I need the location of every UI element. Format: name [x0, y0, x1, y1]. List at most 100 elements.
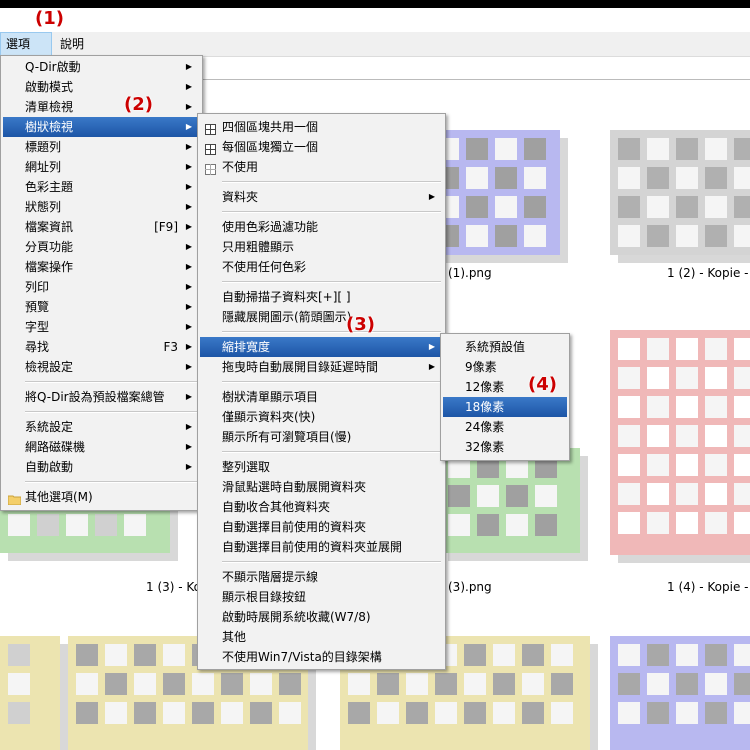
thumb-cell — [192, 673, 214, 695]
menu-item-start-mode[interactable]: 啟動模式 ▶ — [3, 77, 200, 97]
menu-item-list-view[interactable]: 清單檢視 ▶ — [3, 97, 200, 117]
menu-item-label: 其他 — [222, 630, 247, 644]
thumb-cell — [676, 644, 698, 666]
menu-item-indent-24px[interactable]: 24像素 — [443, 417, 567, 437]
menu-item-drag-expand-delay[interactable]: 拖曳時自動展開目錄延遲時間 ▶ — [200, 357, 443, 377]
menu-item-label: 24像素 — [465, 420, 505, 434]
thumb-cell — [163, 644, 185, 666]
menu-item-title-bar[interactable]: 標題列 ▶ — [3, 137, 200, 157]
thumb-cell — [134, 644, 156, 666]
menu-options[interactable]: 選項(X) — [0, 32, 52, 73]
menu-item-font[interactable]: 字型 ▶ — [3, 317, 200, 337]
menu-item-label: 樹狀清單顯示項目 — [222, 390, 319, 404]
menu-help[interactable]: 說明 — [55, 32, 89, 56]
menu-item-file-ops[interactable]: 檔案操作 ▶ — [3, 257, 200, 277]
thumb-cell — [647, 225, 669, 247]
menu-item-status-bar[interactable]: 狀態列 ▶ — [3, 197, 200, 217]
menu-separator — [222, 381, 441, 383]
submenu-arrow-icon: ▶ — [185, 392, 192, 401]
menu-item-folder[interactable]: 資料夾 ▶ — [200, 187, 443, 207]
menu-item-view-settings[interactable]: 檢視設定 ▶ — [3, 357, 200, 377]
menu-item-label: 列印 — [25, 280, 50, 294]
menu-item-auto-collapse[interactable]: 自動收合其他資料夾 — [200, 497, 443, 517]
thumb-cell — [95, 514, 117, 536]
menu-item-label: 12像素 — [465, 380, 505, 394]
thumb-caption[interactable]: 1 (4) - Kopie - K — [667, 580, 750, 594]
menu-item-other[interactable]: 其他 — [200, 627, 443, 647]
menu-item-other-options[interactable]: 其他選項(M) — [3, 487, 200, 507]
menu-item-file-info[interactable]: 檔案資訊 [F9] ▶ — [3, 217, 200, 237]
menu-item-folders-only[interactable]: 僅顯示資料夾(快) — [200, 407, 443, 427]
menu-item-label: 整列選取 — [222, 460, 271, 474]
thumb-caption[interactable]: (3).png — [448, 580, 492, 594]
menu-separator — [222, 211, 441, 213]
thumb-cell — [348, 673, 370, 695]
menu-separator — [222, 331, 441, 333]
thumb-cell — [734, 338, 750, 360]
menu-item-indent-18px[interactable]: 18像素 — [443, 397, 567, 417]
title-bar — [0, 0, 750, 8]
thumb-cell — [618, 225, 640, 247]
menu-item-all-items[interactable]: 顯示所有可瀏覽項目(慢) — [200, 427, 443, 447]
menu-item-label: 系統預設值 — [465, 340, 526, 354]
menu-item-tree-items[interactable]: 樹狀清單顯示項目 — [200, 387, 443, 407]
thumb-cell — [618, 512, 640, 534]
menu-item-root-button[interactable]: 顯示根目錄按鈕 — [200, 587, 443, 607]
submenu-arrow-icon: ▶ — [185, 362, 192, 371]
menu-item-auto-start[interactable]: 自動啟動 ▶ — [3, 457, 200, 477]
thumb-cell — [551, 644, 573, 666]
menu-item-auto-select[interactable]: 自動選擇目前使用的資料夾 — [200, 517, 443, 537]
menu-item-bold-only[interactable]: 只用粗體顯示 — [200, 237, 443, 257]
thumb-caption[interactable]: (1).png — [448, 266, 492, 280]
menu-item-click-expand[interactable]: 滑鼠點選時自動展開資料夾 — [200, 477, 443, 497]
menu-item-color-theme[interactable]: 色彩主題 ▶ — [3, 177, 200, 197]
thumb-cell — [618, 167, 640, 189]
menu-item-indent-width[interactable]: 縮排寬度 ▶ — [200, 337, 443, 357]
thumb-cell — [734, 138, 750, 160]
menu-item-print[interactable]: 列印 ▶ — [3, 277, 200, 297]
menu-item-auto-scan[interactable]: 自動掃描子資料夾[+][ ] — [200, 287, 443, 307]
submenu-arrow-icon: ▶ — [185, 62, 192, 71]
menu-item-set-default[interactable]: 將Q-Dir設為預設檔案總管 ▶ — [3, 387, 200, 407]
menu-item-no-win7-tree[interactable]: 不使用Win7/Vista的目錄架構 — [200, 647, 443, 667]
thumb-cell — [435, 702, 457, 724]
menu-item-separate-tree[interactable]: 每個區塊獨立一個 — [200, 137, 443, 157]
thumb-caption[interactable]: 1 (2) - Kopie - K — [667, 266, 750, 280]
menu-item-indent-default[interactable]: 系統預設值 — [443, 337, 567, 357]
menu-separator — [222, 561, 441, 563]
menu-item-label: 不顯示階層提示線 — [222, 570, 319, 584]
thumb-cell — [163, 673, 185, 695]
thumb-cell — [477, 514, 499, 536]
menu-item-label: 網址列 — [25, 160, 62, 174]
menu-item-shared-tree[interactable]: 四個區塊共用一個 — [200, 117, 443, 137]
menu-item-network-drive[interactable]: 網路磁碟機 ▶ — [3, 437, 200, 457]
thumb-cell — [647, 138, 669, 160]
menu-item-auto-select-expand[interactable]: 自動選擇目前使用的資料夾並展開 — [200, 537, 443, 557]
menu-item-color-filter[interactable]: 使用色彩過濾功能 — [200, 217, 443, 237]
menu-item-label: 預覽 — [25, 300, 50, 314]
thumb-cell — [506, 514, 528, 536]
submenu-arrow-icon: ▶ — [428, 342, 435, 351]
menu-item-tabs[interactable]: 分頁功能 ▶ — [3, 237, 200, 257]
menu-item-address-bar[interactable]: 網址列 ▶ — [3, 157, 200, 177]
menu-item-system-settings[interactable]: 系統設定 ▶ — [3, 417, 200, 437]
thumb-cell — [493, 673, 515, 695]
submenu-arrow-icon: ▶ — [185, 222, 192, 231]
menu-item-label: 不使用Win7/Vista的目錄架構 — [222, 650, 382, 664]
menu-separator — [25, 481, 198, 483]
thumb-cell — [493, 702, 515, 724]
menu-item-full-row-select[interactable]: 整列選取 — [200, 457, 443, 477]
menu-item-qdir-start[interactable]: Q-Dir啟動 ▶ — [3, 57, 200, 77]
menu-item-no-color[interactable]: 不使用任何色彩 — [200, 257, 443, 277]
menu-item-label: 顯示根目錄按鈕 — [222, 590, 307, 604]
menu-item-find[interactable]: 尋找 F3 ▶ — [3, 337, 200, 357]
menu-item-indent-32px[interactable]: 32像素 — [443, 437, 567, 457]
menu-item-expand-favorites[interactable]: 啟動時展開系統收藏(W7/8) — [200, 607, 443, 627]
menu-item-preview[interactable]: 預覽 ▶ — [3, 297, 200, 317]
menu-item-no-hierarchy-lines[interactable]: 不顯示階層提示線 — [200, 567, 443, 587]
thumb-cell — [647, 167, 669, 189]
menu-separator — [222, 451, 441, 453]
menu-item-no-tree[interactable]: 不使用 — [200, 157, 443, 177]
menu-item-hide-expand-icon[interactable]: 隱藏展開圖示(箭頭圖示) — [200, 307, 443, 327]
menu-item-tree-view[interactable]: 樹狀檢視 ▶ — [3, 117, 200, 137]
